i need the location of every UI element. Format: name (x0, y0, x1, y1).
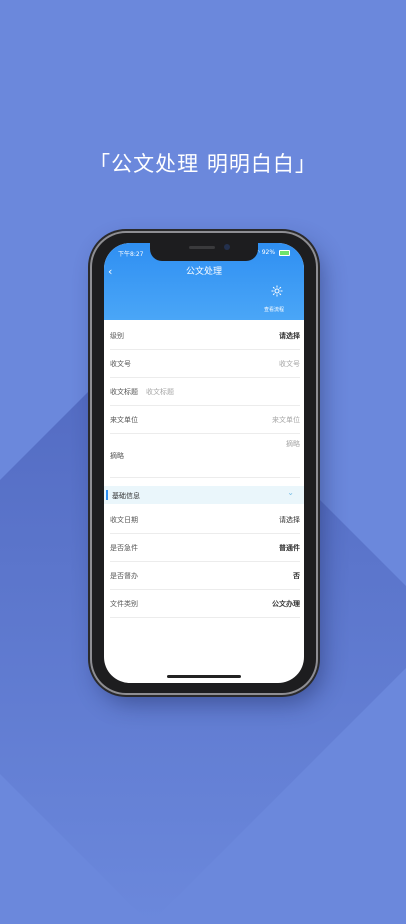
form-row-urgent[interactable]: 是否急件 普通件 (110, 533, 300, 562)
form-row-receive-date[interactable]: 收文日期 请选择 (110, 505, 300, 534)
form-row-level[interactable]: 级别 请选择 (110, 321, 300, 350)
file-category-select[interactable]: 公文办理 (272, 599, 300, 609)
form-row-doc-title[interactable]: 收文标题 收文标题 (110, 377, 300, 406)
row-label: 是否督办 (110, 572, 138, 580)
doc-title-input[interactable]: 收文标题 (146, 387, 174, 397)
row-label: 文件类别 (110, 600, 138, 608)
row-label: 收文日期 (110, 516, 138, 524)
headline: 「公文处理 明明白白」 (89, 152, 317, 176)
level-select[interactable]: 请选择 (279, 331, 300, 341)
speaker-grille (189, 246, 215, 249)
status-right: ◠ 92% (255, 249, 290, 256)
form-row-source-unit[interactable]: 来文单位 来文单位 (110, 405, 300, 434)
supervise-select[interactable]: 否 (293, 571, 300, 581)
form-row-summary[interactable]: 摘略 摘略 (110, 433, 300, 478)
form-row-supervise[interactable]: 是否督办 否 (110, 561, 300, 590)
flow-label[interactable]: 查看流程 (264, 306, 284, 313)
status-time: 下午8:27 (118, 251, 144, 258)
phone-screen: 下午8:27 ◠ 92% ‹ 公文处理 查看流程 级别 请选择 收文号 收文号 … (104, 243, 304, 683)
home-indicator[interactable] (167, 675, 241, 678)
form-row-file-category[interactable]: 文件类别 公文办理 (110, 589, 300, 618)
section-accent-bar (106, 490, 108, 500)
chevron-down-icon[interactable]: ⌄ (287, 488, 294, 497)
section-title: 基础信息 (112, 492, 140, 500)
page-title: 公文处理 (185, 267, 222, 277)
gear-icon[interactable] (271, 285, 283, 297)
summary-textarea[interactable]: 摘略 (286, 439, 300, 449)
receive-date-select[interactable]: 请选择 (279, 515, 300, 525)
row-label: 摘略 (110, 452, 124, 460)
doc-number-input[interactable]: 收文号 (279, 359, 300, 369)
row-label: 收文标题 (110, 388, 138, 396)
row-label: 来文单位 (110, 416, 138, 424)
row-label: 级别 (110, 332, 124, 340)
row-label: 是否急件 (110, 544, 138, 552)
form-row-doc-number[interactable]: 收文号 收文号 (110, 349, 300, 378)
battery-percent: 92% (261, 249, 276, 256)
urgent-select[interactable]: 普通件 (279, 543, 300, 553)
section-basic-info[interactable]: 基础信息 ⌄ (104, 486, 304, 504)
camera-icon (224, 244, 230, 250)
row-label: 收文号 (110, 360, 131, 368)
battery-icon (279, 249, 290, 256)
source-unit-input[interactable]: 来文单位 (272, 415, 300, 425)
